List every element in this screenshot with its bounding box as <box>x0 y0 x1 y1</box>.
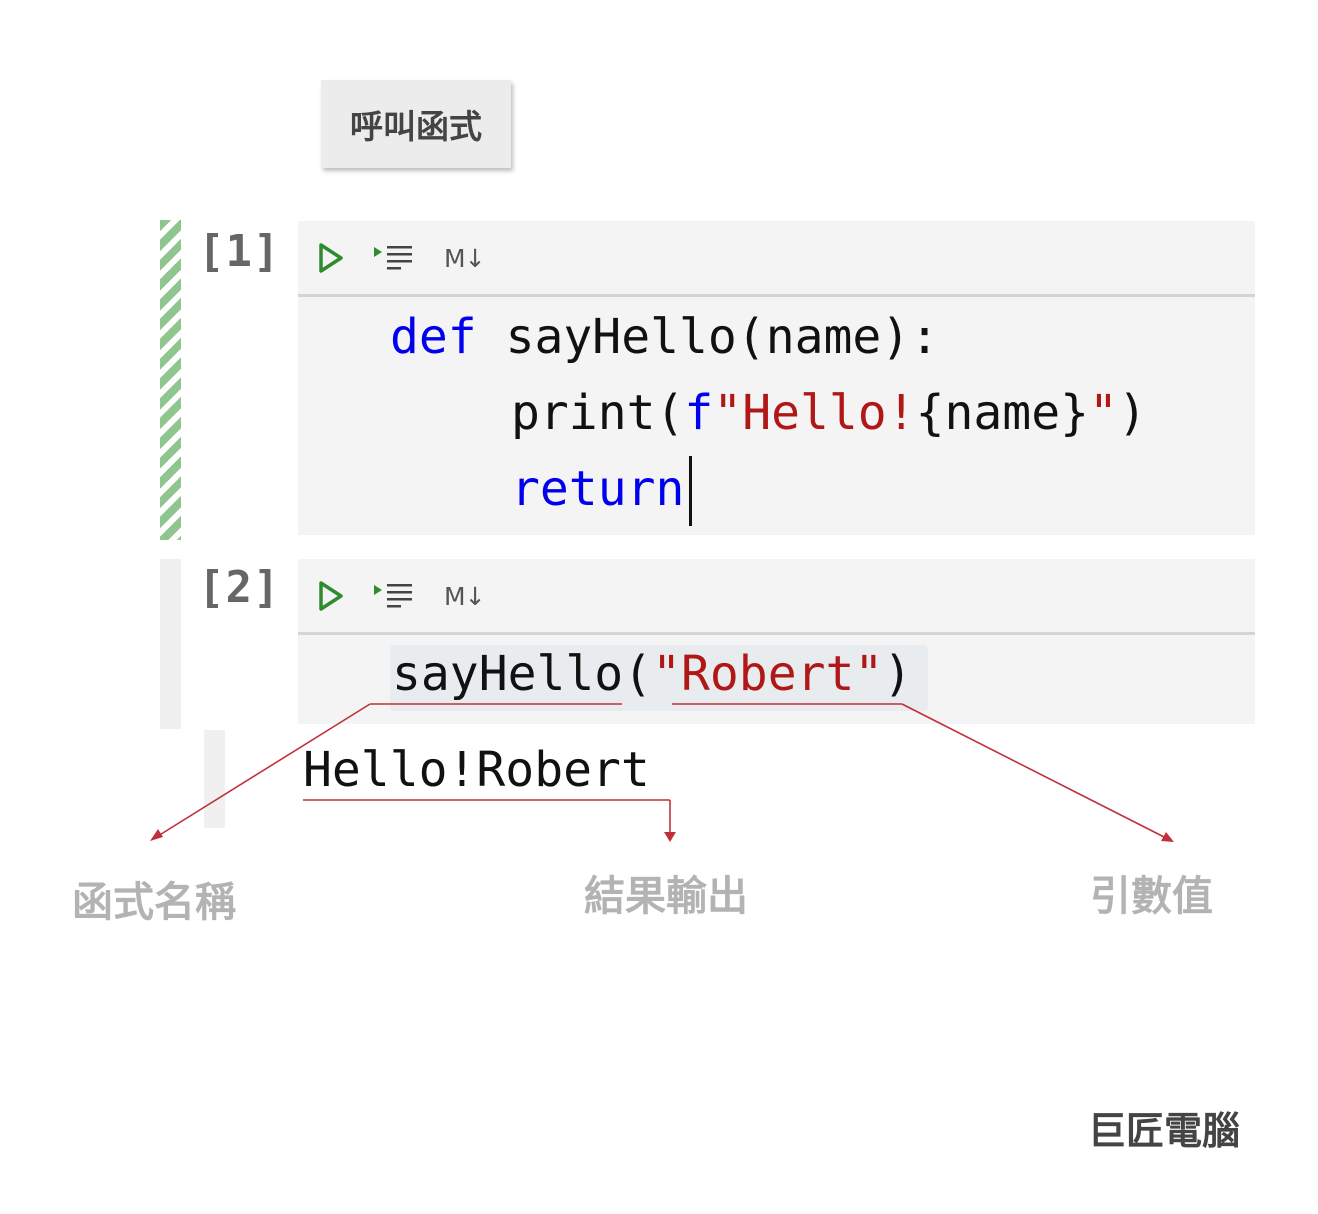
annotation-arrows <box>150 703 1174 842</box>
brand-watermark: 巨匠電腦 <box>1088 1109 1241 1153</box>
label-result-output: 結果輸出 <box>584 872 748 920</box>
label-argument-value: 引數值 <box>1090 872 1213 920</box>
label-function-name: 函式名稱 <box>72 878 236 926</box>
